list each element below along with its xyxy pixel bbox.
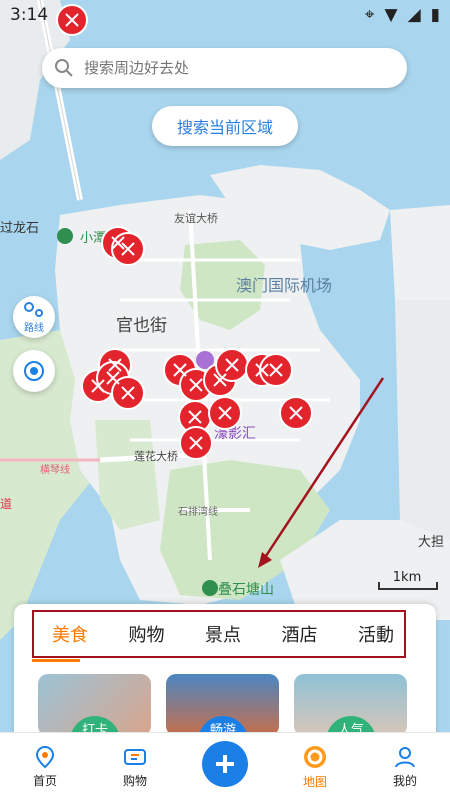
search-bar[interactable]	[42, 48, 407, 88]
location-pin-icon	[35, 745, 55, 769]
search-current-area-button[interactable]: 搜索当前区域	[152, 106, 298, 146]
map-icon	[304, 746, 326, 768]
nav-home[interactable]: 首页	[0, 733, 90, 801]
search-input[interactable]	[82, 58, 366, 78]
map-label-shipai-bay: 石排湾线	[178, 505, 218, 518]
location-status-icon: ⌖	[364, 5, 375, 25]
battery-icon: ▮	[430, 5, 440, 25]
route-icon	[24, 301, 43, 317]
nav-profile-label: 我的	[392, 774, 417, 788]
card-popular[interactable]: 人气	[294, 674, 407, 736]
card-tour[interactable]: 畅游	[166, 674, 279, 736]
tab-attractions[interactable]: 景点	[205, 621, 241, 647]
locate-button[interactable]	[13, 350, 55, 392]
status-bar: 3:14 ⌖ ▼ ◢ ▮	[0, 0, 450, 30]
map-label-dadan: 大担	[418, 534, 444, 549]
map-label-dieshitangshan: 叠石塘山	[218, 581, 274, 597]
card-checkin[interactable]: 打卡	[38, 674, 151, 736]
tab-shopping[interactable]: 购物	[129, 621, 165, 647]
bottom-nav: 首页 购物 地图 我的	[0, 732, 450, 801]
recommendation-cards: 打卡 畅游 人气	[38, 674, 407, 736]
map-scale: 1km	[378, 570, 438, 590]
map-label-district: 官也街	[116, 316, 167, 335]
scale-bar	[378, 582, 438, 590]
status-time: 3:14	[10, 5, 49, 25]
category-tabs: 美食 购物 景点 酒店 活動	[32, 610, 406, 658]
plus-icon	[216, 755, 234, 773]
tab-food[interactable]: 美食	[52, 621, 88, 647]
map-label-hengqin-line: 横琴线	[40, 463, 70, 476]
nav-home-label: 首页	[32, 774, 57, 788]
user-icon	[395, 747, 415, 768]
map-label-friendship-bridge: 友谊大桥	[174, 211, 218, 225]
map-label-airport: 澳门国际机场	[236, 277, 332, 295]
active-tab-indicator	[32, 659, 80, 662]
tab-hotels[interactable]: 酒店	[282, 621, 318, 647]
locate-icon	[24, 361, 44, 381]
nav-add[interactable]	[180, 733, 270, 801]
nav-map-label: 地图	[302, 775, 327, 789]
search-icon	[55, 59, 73, 77]
ticket-icon	[124, 749, 146, 765]
nav-map[interactable]: 地图	[270, 733, 360, 801]
map-label-guolongshi: 过龙石	[0, 220, 39, 235]
wifi-icon: ▼	[384, 5, 398, 25]
map-label-lotus-bridge: 莲花大桥	[134, 449, 178, 463]
route-button-label: 路线	[24, 322, 44, 334]
nav-profile[interactable]: 我的	[360, 733, 450, 801]
map-label-edge: 道	[0, 497, 12, 511]
tab-events[interactable]: 活動	[358, 621, 394, 647]
signal-icon: ◢	[407, 5, 421, 25]
nav-shopping-label: 购物	[122, 774, 147, 788]
add-button[interactable]	[202, 741, 248, 787]
nav-shopping[interactable]: 购物	[90, 733, 180, 801]
route-button[interactable]: 路线	[13, 296, 55, 338]
